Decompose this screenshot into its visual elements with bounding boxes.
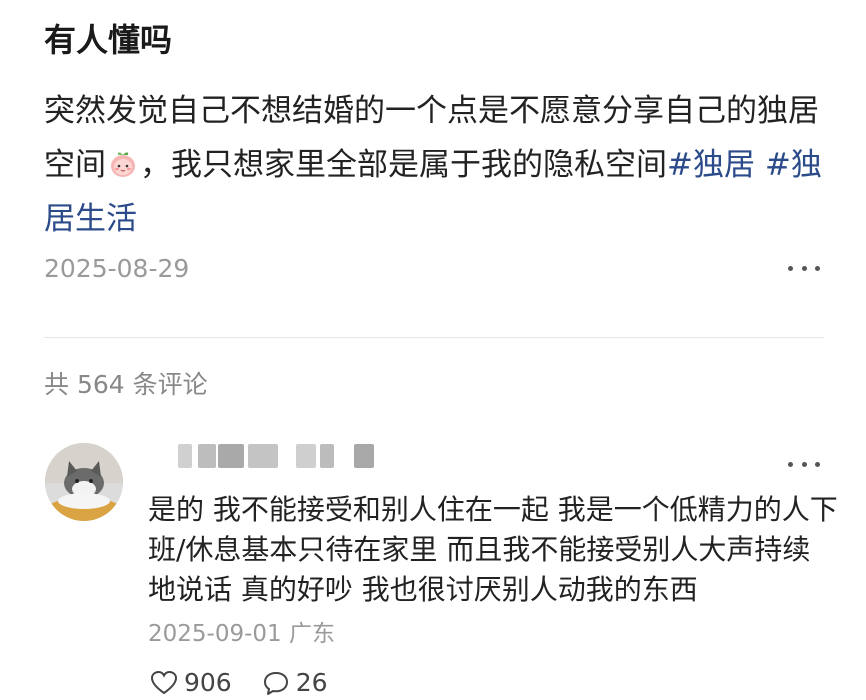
dot-icon — [788, 461, 793, 467]
cat-avatar-icon — [45, 443, 123, 521]
post-body: 突然发觉自己不想结婚的一个点是不愿意分享自己的独居空间 ，我只想家里全部是属于我… — [44, 84, 834, 246]
dot-icon — [788, 265, 793, 271]
dot-icon — [801, 265, 807, 271]
post-body-text-cont: ，我只想家里全部是属于我的隐私空间 — [140, 147, 667, 183]
dot-icon — [815, 265, 820, 271]
avatar[interactable] — [45, 443, 123, 521]
comment-meta: 2025-09-01 广东 — [148, 618, 335, 650]
post-title: 有人懂吗 — [44, 21, 173, 59]
comment-location: 广东 — [288, 621, 335, 647]
comment-bubble-icon — [263, 672, 288, 695]
post-more-button[interactable] — [788, 262, 820, 274]
reply-count: 26 — [295, 668, 328, 697]
like-count: 906 — [184, 668, 232, 697]
dot-icon — [801, 461, 807, 467]
like-button[interactable]: 906 — [150, 666, 232, 700]
comment-text: 是的 我不能接受和别人住在一起 我是一个低精力的人下班/休息基本只待在家里 而且… — [148, 493, 838, 606]
comments-count: 共 564 条评论 — [44, 370, 208, 399]
dot-icon — [815, 461, 820, 467]
heart-icon — [150, 670, 178, 695]
comment-date: 2025-09-01 — [148, 621, 282, 647]
hashtag-link[interactable]: #独居 — [667, 147, 755, 183]
comment-more-button[interactable] — [788, 458, 820, 470]
post-date: 2025-08-29 — [44, 254, 190, 283]
peach-face-icon — [111, 152, 135, 177]
divider — [44, 337, 824, 338]
reply-button[interactable]: 26 — [262, 666, 328, 700]
comment-actions: 906 26 — [150, 666, 358, 700]
commenter-name-blurred[interactable] — [178, 444, 378, 470]
